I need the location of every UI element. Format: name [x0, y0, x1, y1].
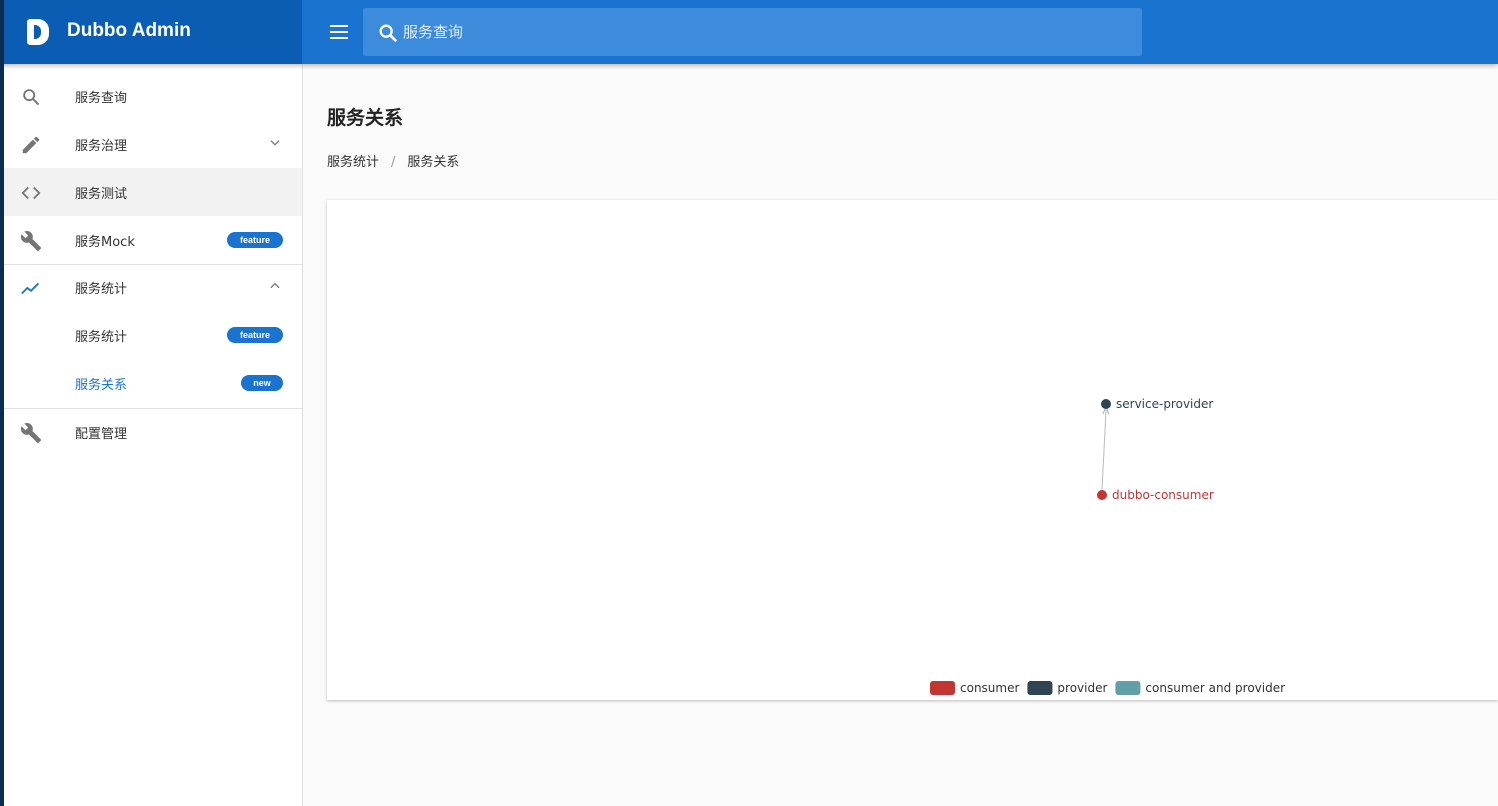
sidebar-item-label: 服务测试: [75, 187, 128, 202]
brand-area[interactable]: Dubbo Admin: [0, 0, 302, 64]
chevron-up-icon[interactable]: [268, 279, 282, 293]
sidebar: 服务查询 服务治理 服务测试 服务Mock feature 服务统计 服务统计 …: [4, 64, 303, 806]
legend-label: consumer: [960, 681, 1019, 695]
search-icon: [23, 89, 39, 105]
breadcrumb: 服务统计 / 服务关系: [327, 151, 459, 170]
wrench-icon: [20, 231, 42, 252]
pencil-icon: [22, 136, 40, 154]
legend-item[interactable]: consumer: [930, 681, 1019, 695]
search-icon: [379, 24, 397, 42]
sidebar-item-label: 配置管理: [75, 427, 128, 442]
legend-swatch: [1115, 681, 1141, 695]
relation-chart-card: service-provider dubbo-consumer consumer pr…: [327, 200, 1498, 700]
legend-swatch: [1027, 681, 1053, 695]
new-badge: new: [241, 375, 283, 391]
graph-node-service-provider[interactable]: [1101, 399, 1111, 409]
sidebar-item-label: 服务Mock: [75, 235, 135, 250]
legend-item[interactable]: provider: [1027, 681, 1107, 695]
sidebar-item-service-statistics[interactable]: 服务统计: [4, 263, 302, 311]
chevron-down-icon[interactable]: [268, 136, 282, 150]
legend-item[interactable]: consumer and provider: [1115, 681, 1285, 695]
sidebar-subitem-statistics[interactable]: 服务统计 feature: [4, 311, 302, 359]
sidebar-item-label: 服务关系: [75, 378, 128, 393]
sidebar-item-label: 服务治理: [75, 139, 128, 154]
legend-label: provider: [1057, 681, 1107, 695]
graph-edge: [1101, 410, 1106, 491]
feature-badge: feature: [227, 232, 283, 248]
graph-node-label: dubbo-consumer: [1112, 488, 1214, 502]
sidebar-item-config-management[interactable]: 配置管理: [4, 408, 302, 456]
sidebar-item-service-query[interactable]: 服务查询: [4, 72, 302, 120]
breadcrumb-item[interactable]: 服务统计: [327, 155, 379, 170]
code-icon: [21, 186, 41, 200]
legend-label: consumer and provider: [1145, 681, 1285, 695]
feature-badge: feature: [227, 327, 283, 343]
app-toolbar: Dubbo Admin: [0, 0, 1498, 64]
dubbo-logo-icon: [27, 19, 49, 45]
search-bar[interactable]: [363, 8, 1142, 56]
sidebar-item-service-mock[interactable]: 服务Mock feature: [4, 216, 302, 264]
sidebar-item-label: 服务统计: [75, 330, 128, 345]
sidebar-item-service-governance[interactable]: 服务治理: [4, 120, 302, 168]
search-input[interactable]: [403, 8, 1123, 56]
menu-toggle-button[interactable]: [326, 20, 352, 44]
sidebar-item-label: 服务统计: [75, 282, 128, 297]
app-title: Dubbo Admin: [67, 20, 191, 41]
graph-node-dubbo-consumer[interactable]: [1097, 490, 1107, 500]
breadcrumb-item: 服务关系: [407, 155, 460, 170]
sidebar-item-label: 服务查询: [75, 91, 128, 106]
relation-graph[interactable]: service-provider dubbo-consumer consumer pr…: [327, 200, 1498, 700]
wrench-icon: [20, 423, 42, 444]
graph-node-label: service-provider: [1116, 397, 1213, 411]
breadcrumb-separator: /: [391, 155, 396, 170]
window-edge: [0, 0, 4, 806]
sidebar-subitem-relation[interactable]: 服务关系 new: [4, 359, 302, 407]
trending-up-icon: [21, 282, 39, 295]
page-title: 服务关系: [327, 107, 404, 129]
legend-swatch: [930, 681, 955, 695]
sidebar-item-service-test[interactable]: 服务测试: [4, 168, 302, 216]
